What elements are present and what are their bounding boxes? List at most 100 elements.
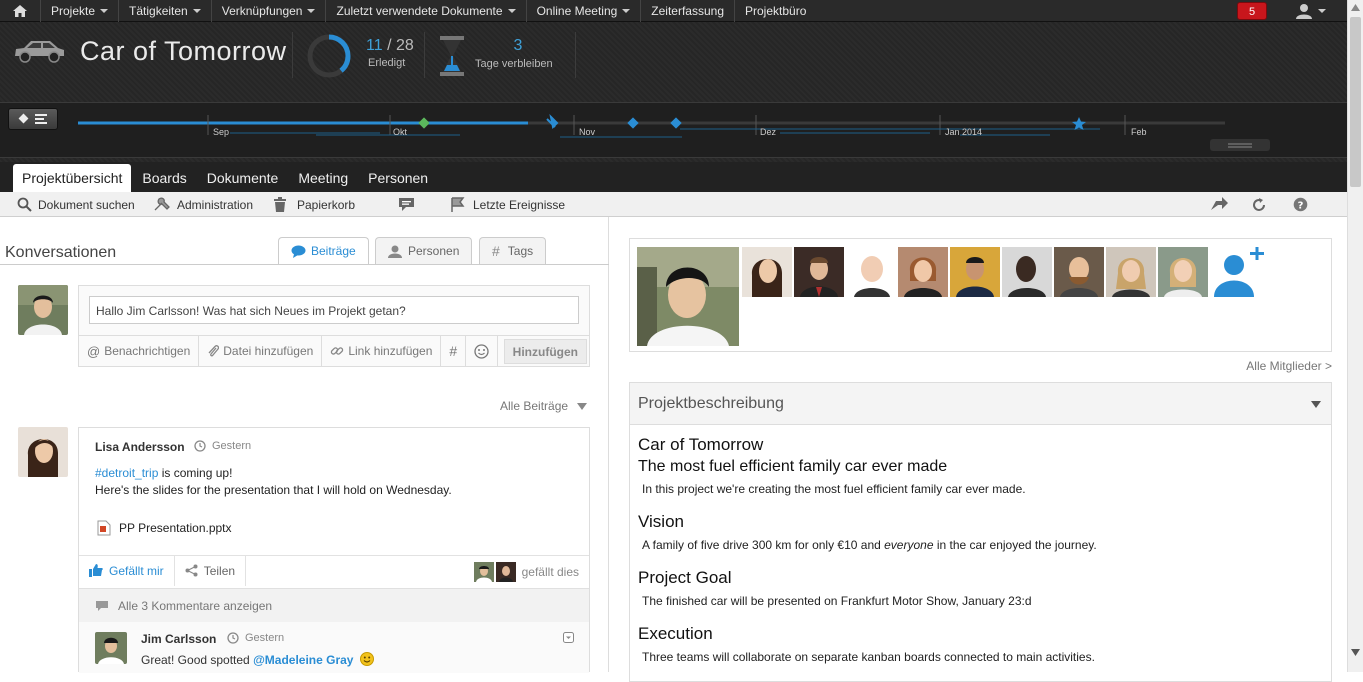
member-avatar[interactable] <box>742 247 792 297</box>
home-icon <box>13 4 27 17</box>
description-body: Car of Tomorrow The most fuel efficient … <box>630 425 1331 674</box>
mention-link[interactable]: @Madeleine Gray <box>253 653 353 667</box>
tab-boards[interactable]: Boards <box>133 164 195 192</box>
post-attachment[interactable]: PP Presentation.pptx <box>97 520 232 536</box>
nav-projektbuero[interactable]: Projektbüro <box>734 0 816 22</box>
comment-text: Great! Good spotted @Madeleine Gray <box>141 652 374 667</box>
notify-button[interactable]: @ Benachrichtigen <box>79 335 200 367</box>
nav-recent-documents[interactable]: Zuletzt verwendete Dokumente <box>325 0 525 22</box>
scrollbar-thumb[interactable] <box>1350 17 1361 187</box>
vision-heading: Vision <box>638 512 684 531</box>
nav-verknuepfungen[interactable]: Verknüpfungen <box>210 0 326 22</box>
member-avatar[interactable] <box>794 247 844 297</box>
description-header[interactable]: Projektbeschreibung <box>630 383 1331 425</box>
timeline-icon <box>18 113 47 124</box>
tab-projektuebersicht[interactable]: Projektübersicht <box>13 164 132 192</box>
liker-avatar[interactable] <box>495 562 516 582</box>
member-avatar[interactable] <box>950 247 1000 297</box>
comment-author-name[interactable]: Jim Carlsson <box>141 632 216 646</box>
all-posts-filter[interactable]: Alle Beiträge <box>500 399 588 413</box>
help-button[interactable]: ? <box>1293 197 1314 212</box>
tab-dokumente[interactable]: Dokumente <box>198 164 288 192</box>
tab-personen-conv[interactable]: Personen <box>375 237 473 264</box>
emoji-button[interactable] <box>466 335 499 367</box>
flag-icon <box>451 197 465 212</box>
like-button[interactable]: Gefällt mir <box>79 555 175 586</box>
trash-button[interactable]: Papierkorb <box>273 197 355 212</box>
home-button[interactable] <box>0 0 40 22</box>
administration-button[interactable]: Administration <box>153 197 253 212</box>
avatar-image <box>637 247 739 346</box>
member-avatar[interactable] <box>1106 247 1156 297</box>
clock-icon <box>194 440 206 452</box>
avatar-image <box>18 427 68 477</box>
trash-icon <box>274 197 286 212</box>
nav-taetigkeiten[interactable]: Tätigkeiten <box>118 0 211 22</box>
page-scrollbar[interactable] <box>1347 0 1363 672</box>
hash-icon: # <box>492 243 500 259</box>
post-author-name[interactable]: Lisa Andersson <box>95 440 185 454</box>
conversations-panel: Konversationen Beiträge Personen # Tags … <box>0 217 609 673</box>
comment-menu-icon[interactable] <box>563 632 574 643</box>
scroll-down-icon[interactable] <box>1351 649 1360 656</box>
post-hashtag[interactable]: #detroit_trip <box>95 466 158 480</box>
project-title: Car of Tomorrow <box>80 36 287 66</box>
liker-avatar[interactable] <box>473 562 494 582</box>
description-subtitle: The most fuel efficient family car ever … <box>638 458 948 475</box>
divider <box>0 264 609 265</box>
user-menu-button[interactable] <box>1290 2 1330 20</box>
post-input[interactable]: Hallo Jim Carlsson! Was hat sich Neues i… <box>89 296 579 324</box>
avatar-image <box>1054 247 1104 297</box>
nav-online-meeting[interactable]: Online Meeting <box>525 0 641 22</box>
avatar-image <box>846 247 896 297</box>
paperclip-icon <box>208 345 220 357</box>
chevron-down-icon <box>192 8 201 13</box>
post-body: #detroit_trip is coming up! Here's the s… <box>95 466 452 497</box>
show-comments-button[interactable]: Alle 3 Kommentare anzeigen <box>79 588 589 622</box>
member-avatar[interactable] <box>1002 247 1052 297</box>
share-button[interactable]: Teilen <box>175 555 247 586</box>
member-avatar[interactable] <box>898 247 948 297</box>
chevron-down-icon <box>622 8 631 13</box>
nav-projekte[interactable]: Projekte <box>40 0 118 22</box>
project-header: Car of Tomorrow 11 / 28 Erledigt 3 Tage … <box>0 22 1347 162</box>
all-members-link[interactable]: Alle Mitglieder > <box>1246 359 1332 373</box>
submit-post-button[interactable]: Hinzufügen <box>503 339 587 364</box>
tab-meeting[interactable]: Meeting <box>289 164 357 192</box>
timeline-month: Dez <box>760 127 777 137</box>
new-post-composer: Hallo Jim Carlsson! Was hat sich Neues i… <box>78 285 590 367</box>
notification-badge[interactable]: 5 <box>1237 2 1267 20</box>
description-title: Car of Tomorrow <box>638 435 764 454</box>
messages-button[interactable] <box>398 197 421 212</box>
member-avatar[interactable] <box>1158 247 1208 297</box>
tab-personen[interactable]: Personen <box>359 164 437 192</box>
member-avatar[interactable] <box>846 247 896 297</box>
timeline-month: Okt <box>393 127 408 137</box>
hashtag-button[interactable]: # <box>441 335 467 367</box>
tab-beitraege[interactable]: Beiträge <box>278 237 369 264</box>
nav-zeiterfassung[interactable]: Zeiterfassung <box>640 0 734 22</box>
scroll-up-icon[interactable] <box>1351 4 1360 11</box>
member-avatar-large[interactable] <box>637 247 739 346</box>
avatar-post-author <box>18 427 68 477</box>
tab-tags[interactable]: # Tags <box>479 237 547 264</box>
execution-heading: Execution <box>638 624 713 643</box>
add-link-button[interactable]: Link hinzufügen <box>322 335 442 367</box>
timeline-toggle-button[interactable] <box>8 108 58 130</box>
share-arrow-button[interactable] <box>1210 197 1234 212</box>
member-avatar[interactable] <box>1054 247 1104 297</box>
search-document-button[interactable]: Dokument suchen <box>17 197 135 212</box>
comment-item: Jim Carlsson Gestern Great! Good spotted… <box>79 622 589 673</box>
recent-events-button[interactable]: Letzte Ereignisse <box>450 197 565 212</box>
post-card: Lisa Andersson Gestern #detroit_trip is … <box>78 427 590 673</box>
refresh-button[interactable] <box>1251 197 1273 213</box>
composer-actions: @ Benachrichtigen Datei hinzufügen Link h… <box>79 335 589 367</box>
chevron-down-icon[interactable] <box>1311 401 1321 408</box>
comment-timestamp: Gestern <box>227 632 284 644</box>
avatar-comment-author <box>95 632 127 664</box>
add-member-button[interactable] <box>1212 247 1268 297</box>
project-timeline[interactable]: Sep Okt Nov Dez Jan 2014 Feb <box>0 102 1347 158</box>
share-icon <box>185 564 198 577</box>
add-file-button[interactable]: Datei hinzufügen <box>199 335 323 367</box>
goal-text: The finished car will be presented on Fr… <box>642 594 1032 608</box>
